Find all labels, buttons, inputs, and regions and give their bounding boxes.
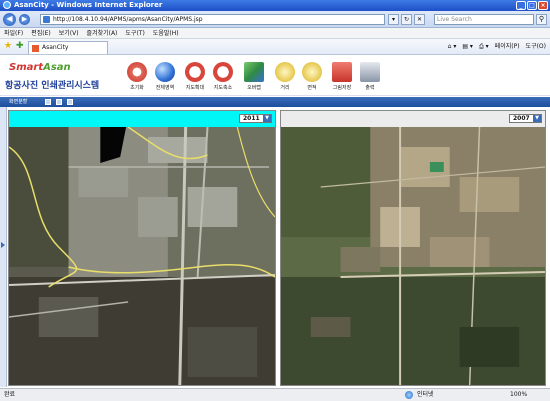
menu-help[interactable]: 도움말(H) (153, 28, 179, 38)
overlap-icon (244, 62, 264, 82)
menu-bar: 파일(F) 편집(E) 보기(V) 즐겨찾기(A) 도구(T) 도움말(H) (0, 28, 550, 39)
zoom-in-button[interactable]: 지도확대 (180, 62, 210, 94)
command-bar: ⌂ ▾ ▤ ▾ ⎙ ▾ 페이지(P) 도구(O) (448, 42, 546, 52)
chevron-down-icon: ▼ (533, 115, 541, 122)
window-controls: _ □ × (516, 1, 548, 10)
zoom-out-icon (213, 62, 233, 82)
split-screen-label[interactable]: 화면분할 (9, 97, 27, 107)
right-map-pane: 2007 ▼ (280, 110, 546, 386)
distance-button[interactable]: 거리 (270, 62, 300, 94)
app-title: 항공사진 인쇄관리시스템 (5, 81, 100, 91)
zoom-level[interactable]: 100% (510, 389, 527, 401)
distance-icon (275, 62, 295, 82)
zoom-out-button[interactable]: 지도축소 (208, 62, 238, 94)
minimize-button[interactable]: _ (516, 1, 526, 10)
favorites-star-icon[interactable]: ★ (4, 42, 12, 51)
side-panel-toggle[interactable] (0, 107, 7, 387)
chevron-down-icon: ▼ (263, 115, 271, 122)
stop-button[interactable]: ✕ (414, 14, 425, 25)
menu-file[interactable]: 파일(F) (4, 28, 23, 38)
right-pane-header: 2007 ▼ (281, 111, 545, 127)
address-dropdown-button[interactable]: ▾ (388, 14, 399, 25)
address-field[interactable]: http://108.4.10.94/APMS/apms/AsanCity/AP… (40, 14, 385, 25)
print-button[interactable]: 출력 (355, 62, 385, 94)
right-year-select[interactable]: 2007 ▼ (509, 114, 542, 123)
reset-button[interactable]: 초기화 (122, 62, 152, 94)
left-map-pane: 2011 ▼ (8, 110, 276, 386)
back-button[interactable]: ◀ (3, 13, 16, 26)
address-row: ◀ ▶ http://108.4.10.94/APMS/apms/AsanCit… (0, 11, 550, 28)
logo-brand-part1: Smart (9, 62, 44, 73)
status-text: 완료 (4, 391, 16, 398)
area-button[interactable]: 면적 (297, 62, 327, 94)
aerial-map-2011[interactable] (9, 127, 275, 386)
tab-asancity[interactable]: AsanCity (28, 41, 108, 54)
maximize-button[interactable]: □ (527, 1, 537, 10)
full-extent-button[interactable]: 전체영역 (150, 62, 180, 94)
window-title: AsanCity - Windows Internet Explorer (14, 1, 163, 9)
overlap-button[interactable]: 오버랩 (239, 62, 269, 94)
print-icon[interactable]: ⎙ ▾ (479, 42, 489, 52)
reset-icon (127, 62, 147, 82)
security-zone: 인터넷 (405, 389, 434, 401)
aerial-map-2007[interactable] (281, 127, 545, 386)
logo-brand-part2: Asan (43, 62, 71, 73)
address-text: http://108.4.10.94/APMS/apms/AsanCity/AP… (53, 16, 203, 23)
printer-icon (360, 62, 380, 82)
feeds-icon[interactable]: ▤ ▾ (462, 42, 473, 52)
forward-button[interactable]: ▶ (19, 14, 30, 25)
menu-view[interactable]: 보기(V) (59, 28, 79, 38)
left-pane-header: 2011 ▼ (9, 111, 275, 127)
tab-row: ★ ✚ AsanCity ⌂ ▾ ▤ ▾ ⎙ ▾ 페이지(P) 도구(O) (0, 39, 550, 55)
address-buttons: ▾ ↻ ✕ (388, 14, 425, 25)
app-logo: SmartAsan (9, 62, 71, 73)
menu-edit[interactable]: 편집(E) (31, 28, 51, 38)
refresh-button[interactable]: ↻ (401, 14, 412, 25)
expand-arrow-icon (1, 242, 5, 248)
zoom-in-icon (185, 62, 205, 82)
internet-globe-icon (405, 391, 413, 399)
add-favorites-icon[interactable]: ✚ (16, 42, 24, 51)
globe-icon (155, 62, 175, 82)
menu-tools[interactable]: 도구(T) (125, 28, 144, 38)
save-image-icon (332, 62, 352, 82)
tab-title: AsanCity (42, 44, 69, 51)
status-bar: 완료 인터넷 100% (0, 388, 550, 401)
layout-quad-icon[interactable] (67, 99, 73, 105)
search-input[interactable]: Live Search (434, 14, 534, 25)
menu-favorites[interactable]: 즐겨찾기(A) (87, 28, 118, 38)
save-image-button[interactable]: 그림저장 (327, 62, 357, 94)
layout-double-icon[interactable] (56, 99, 62, 105)
search-icon[interactable]: ⚲ (536, 14, 547, 25)
area-icon (302, 62, 322, 82)
layout-single-icon[interactable] (45, 99, 51, 105)
page-menu[interactable]: 페이지(P) (495, 42, 520, 52)
page-icon (43, 16, 50, 23)
window-title-bar: AsanCity - Windows Internet Explorer _ □… (0, 0, 550, 11)
favicon-icon (32, 45, 39, 52)
ie-icon (3, 1, 11, 9)
close-button[interactable]: × (538, 1, 548, 10)
left-year-select[interactable]: 2011 ▼ (239, 114, 272, 123)
home-icon[interactable]: ⌂ ▾ (448, 42, 457, 52)
tools-menu[interactable]: 도구(O) (526, 42, 546, 52)
map-toolbar: 화면분할 (0, 97, 550, 107)
